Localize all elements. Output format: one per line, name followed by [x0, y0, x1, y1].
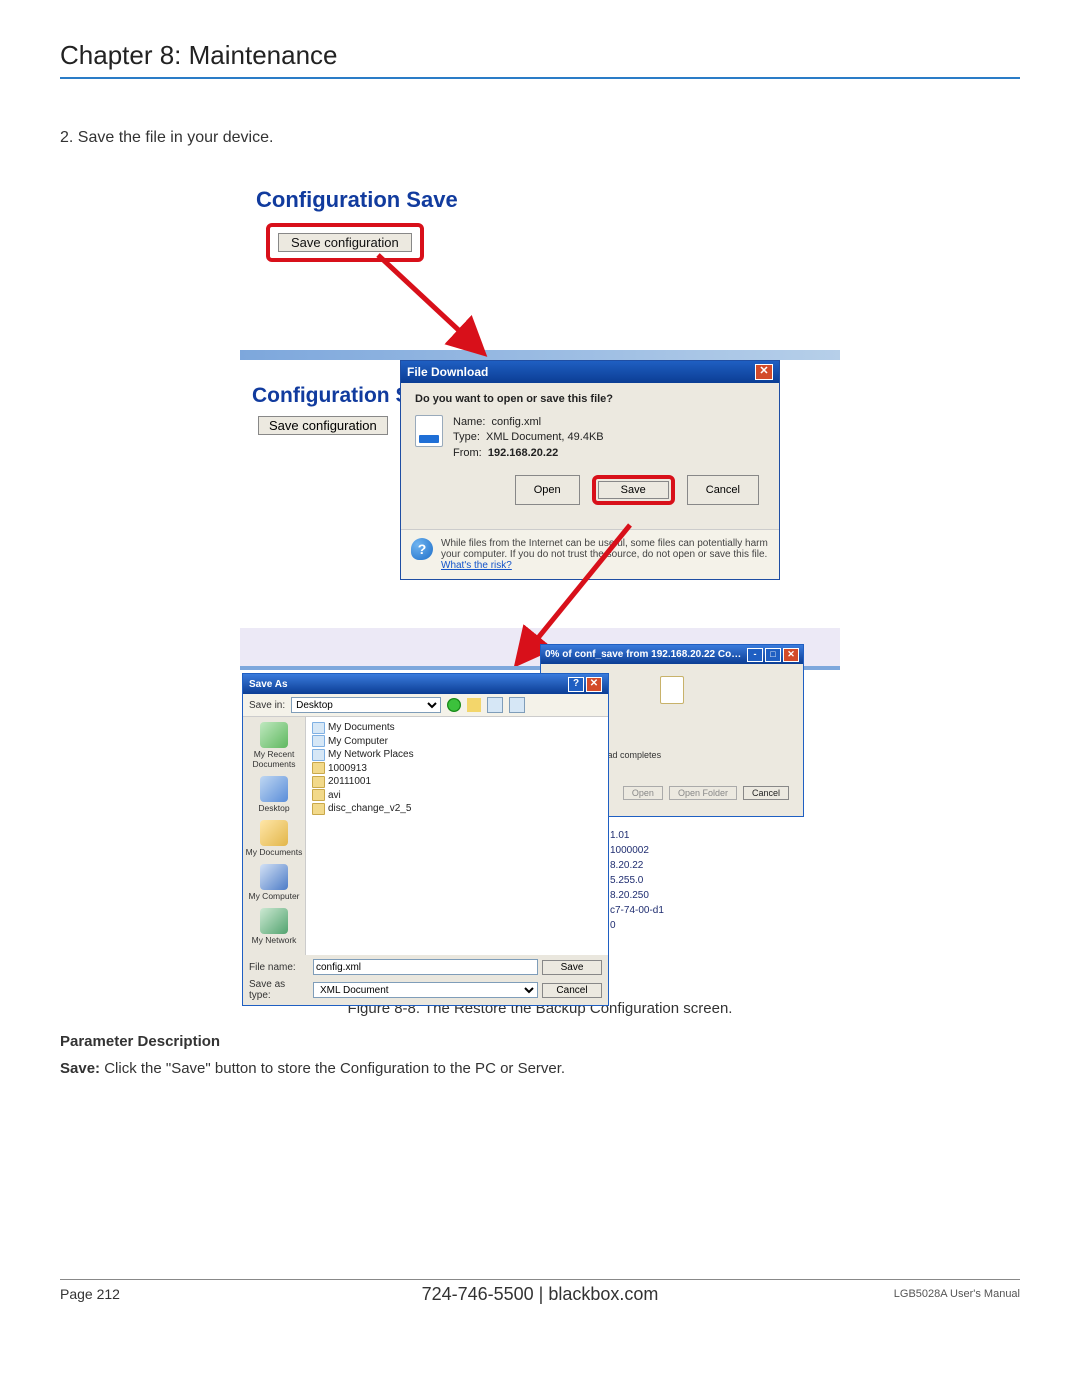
minimize-icon[interactable]: - — [747, 648, 763, 662]
places-bar: My Recent Documents Desktop My Documents — [243, 717, 306, 955]
file-download-warning: ? While files from the Internet can be u… — [401, 529, 779, 579]
save-configuration-button[interactable]: Save configuration — [278, 233, 412, 252]
save-button[interactable]: Save — [598, 481, 669, 499]
list-item: avi — [312, 789, 602, 803]
footer-contact: 724-746-5500 | blackbox.com — [60, 1284, 1020, 1305]
save-button[interactable]: Save — [542, 960, 602, 975]
view-menu-icon[interactable] — [509, 697, 525, 713]
list-item: 1000913 — [312, 762, 602, 776]
place-recent[interactable]: My Recent Documents — [243, 721, 305, 775]
filename-input[interactable] — [313, 959, 538, 975]
parameter-description-heading: Parameter Description — [60, 1033, 1020, 1050]
config-save-panel-top: Configuration Save Save configuration — [240, 175, 840, 350]
warning-text: While files from the Internet can be use… — [441, 538, 768, 560]
background-device-info: 1.01 1000002 8.20.22 5.255.0 8.20.250 c7… — [610, 828, 664, 933]
list-item: My Computer — [312, 735, 602, 749]
up-folder-icon[interactable] — [467, 698, 481, 712]
dlp-cancel-button[interactable]: Cancel — [743, 786, 789, 800]
savein-label: Save in: — [249, 700, 285, 711]
parameter-save-description: Save: Click the "Save" button to store t… — [60, 1058, 1020, 1079]
save-as-dialog: Save As ? ✕ Save in: Desktop — [242, 673, 609, 1006]
new-folder-icon[interactable] — [487, 697, 503, 713]
filename-label: File name: — [249, 962, 309, 973]
config-save-heading-2: Configuration S — [252, 384, 409, 408]
save-as-panel: 0% of conf_save from 192.168.20.22 Compl… — [240, 666, 840, 960]
file-type-label: Type: — [453, 431, 480, 443]
savetype-select[interactable]: XML Document — [313, 982, 538, 998]
cancel-button[interactable]: Cancel — [687, 475, 759, 505]
close-icon[interactable]: ✕ — [586, 677, 602, 692]
step-text: 2. Save the file in your device. — [60, 129, 1020, 147]
download-progress-titlebar: 0% of conf_save from 192.168.20.22 Compl… — [541, 645, 803, 664]
download-progress-title: 0% of conf_save from 192.168.20.22 Compl… — [545, 649, 745, 660]
place-mycomputer[interactable]: My Computer — [243, 863, 305, 907]
save-button-highlight: Save — [592, 475, 675, 505]
place-mynetwork[interactable]: My Network — [243, 907, 305, 951]
file-from-value: 192.168.20.22 — [488, 447, 558, 459]
chapter-title: Chapter 8: Maintenance — [60, 40, 1020, 79]
save-as-title: Save As — [249, 679, 288, 690]
savetype-label: Save as type: — [249, 979, 309, 1001]
help-icon: ? — [411, 538, 433, 560]
page-footer: Page 212 724-746-5500 | blackbox.com LGB… — [60, 1279, 1020, 1302]
place-mydocuments[interactable]: My Documents — [243, 819, 305, 863]
list-item: 20111001 — [312, 775, 602, 789]
list-item: My Documents — [312, 721, 602, 735]
file-from-label: From: — [453, 447, 482, 459]
file-download-dialog: File Download ✕ Do you want to open or s… — [400, 360, 780, 580]
file-name-value: config.xml — [492, 416, 542, 428]
screenshot-composite: Configuration Save Save configuration Co… — [240, 175, 840, 960]
download-file-icon — [660, 676, 684, 704]
file-download-title: File Download — [407, 365, 488, 379]
file-type-value: XML Document, 49.4KB — [486, 431, 604, 443]
save-configuration-button-2[interactable]: Save configuration — [258, 416, 388, 435]
list-item: disc_change_v2_5 — [312, 802, 602, 816]
file-download-question: Do you want to open or save this file? — [415, 393, 765, 405]
arrow-1 — [370, 245, 510, 365]
close-icon[interactable]: ✕ — [755, 364, 773, 380]
xml-file-icon — [415, 415, 443, 447]
close-icon[interactable]: ✕ — [783, 648, 799, 662]
place-desktop[interactable]: Desktop — [243, 775, 305, 819]
file-download-titlebar: File Download ✕ — [401, 361, 779, 383]
save-config-highlight: Save configuration — [266, 223, 424, 262]
file-list[interactable]: My Documents My Computer My Network Plac… — [306, 717, 608, 955]
maximize-icon[interactable]: □ — [765, 648, 781, 662]
file-name-label: Name: — [453, 416, 485, 428]
list-item: My Network Places — [312, 748, 602, 762]
file-meta: Name: config.xml Type: XML Document, 49.… — [453, 415, 604, 461]
savein-select[interactable]: Desktop — [291, 697, 441, 713]
save-as-titlebar: Save As ? ✕ — [243, 674, 608, 694]
dlp-open-folder-button[interactable]: Open Folder — [669, 786, 737, 800]
config-save-heading: Configuration Save — [256, 187, 828, 213]
config-save-panel-mid: Configuration S Save configuration File … — [240, 360, 840, 628]
help-icon[interactable]: ? — [568, 677, 584, 692]
cancel-button[interactable]: Cancel — [542, 983, 602, 998]
dlp-open-button[interactable]: Open — [623, 786, 663, 800]
whats-the-risk-link[interactable]: What's the risk? — [441, 560, 512, 571]
open-button[interactable]: Open — [515, 475, 580, 505]
back-icon[interactable] — [447, 698, 461, 712]
